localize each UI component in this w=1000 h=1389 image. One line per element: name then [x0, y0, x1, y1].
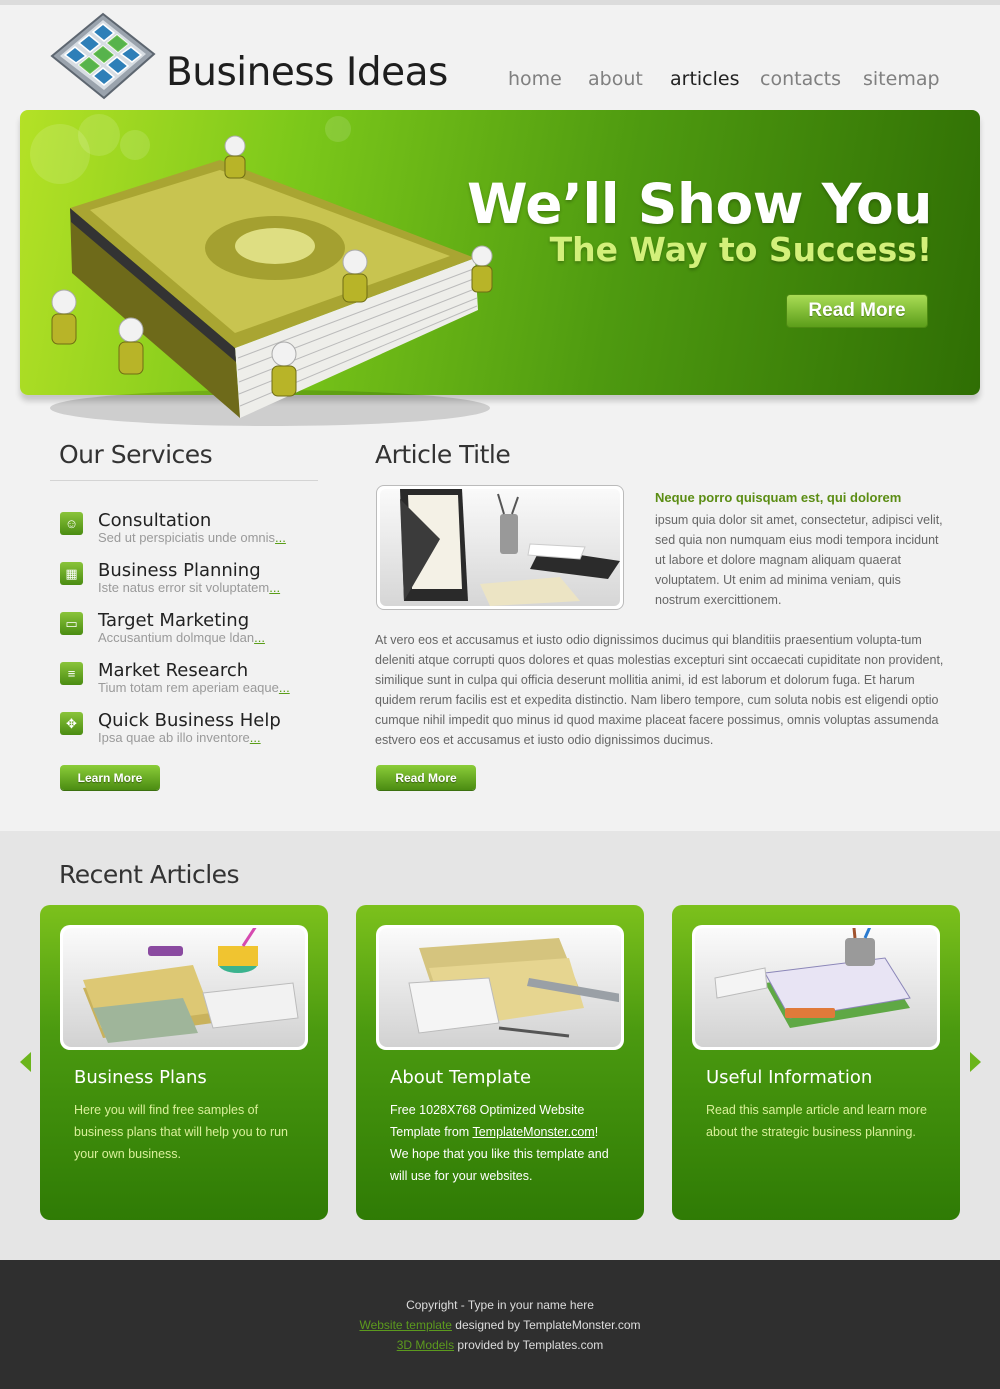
service-more-link[interactable]: ... [269, 580, 280, 595]
services-title: Our Services [59, 440, 213, 469]
footer: Copyright - Type in your name here Websi… [0, 1260, 1000, 1389]
card-image [692, 925, 940, 1050]
nav-home[interactable]: home [508, 68, 562, 90]
recent-articles-title: Recent Articles [59, 860, 240, 889]
service-item-consultation[interactable]: ☺ Consultation Sed ut perspiciatis unde … [60, 510, 320, 554]
service-title[interactable]: Market Research [98, 660, 248, 681]
banner-subheadline: The Way to Success! [549, 230, 932, 269]
card-text: Here you will find free samples of busin… [74, 1103, 289, 1161]
service-item-target-marketing[interactable]: ▭ Target Marketing Accusantium dolmque l… [60, 610, 320, 654]
carousel-next-arrow-icon[interactable] [970, 1052, 981, 1072]
service-desc: Ipsa quae ab illo inventore... [98, 730, 261, 745]
monitor-icon: ▭ [60, 612, 83, 635]
service-item-business-planning[interactable]: ▦ Business Planning Iste natus error sit… [60, 560, 320, 604]
handshake-icon: ✥ [60, 712, 83, 735]
banner-headline: We’ll Show You [467, 172, 933, 236]
carousel-prev-arrow-icon[interactable] [20, 1052, 31, 1072]
service-item-quick-business-help[interactable]: ✥ Quick Business Help Ipsa quae ab illo … [60, 710, 320, 754]
service-title[interactable]: Business Planning [98, 560, 261, 581]
folder-and-ruler-illustration [408, 938, 621, 1038]
website-template-link[interactable]: Website template [359, 1318, 452, 1332]
service-more-link[interactable]: ... [275, 530, 286, 545]
nav-sitemap[interactable]: sitemap [863, 68, 940, 90]
card-image [376, 925, 624, 1050]
service-more-link[interactable]: ... [250, 730, 261, 745]
article-read-more-button[interactable]: Read More [376, 765, 476, 790]
service-more-link[interactable]: ... [254, 630, 265, 645]
3d-models-link[interactable]: 3D Models [397, 1338, 454, 1352]
article-lead-text: ipsum quia dolor sit amet, consectetur, … [655, 513, 943, 607]
nav-contacts[interactable]: contacts [760, 68, 841, 90]
service-desc: Iste natus error sit voluptatem... [98, 580, 281, 595]
service-more-link[interactable]: ... [279, 680, 290, 695]
service-title[interactable]: Target Marketing [98, 610, 249, 631]
card-text: Read this sample article and learn more … [706, 1103, 927, 1139]
article-title: Article Title [375, 440, 511, 469]
person-icon: ☺ [60, 512, 83, 535]
business-book-illustration [50, 135, 493, 426]
card-image [60, 925, 308, 1050]
document-icon: ≡ [60, 662, 83, 685]
article-lead-heading: Neque porro quisquam est, qui dolorem [655, 490, 902, 505]
service-desc: Tium totam rem aperiam eaque... [98, 680, 290, 695]
divider [50, 480, 318, 481]
top-strip [0, 0, 1000, 5]
article-card-useful-information[interactable]: Useful Information Read this sample arti… [672, 905, 960, 1220]
service-item-market-research[interactable]: ≡ Market Research Tium totam rem aperiam… [60, 660, 320, 704]
banner-read-more-button[interactable]: Read More [786, 294, 928, 328]
binder-and-stationery-illustration [83, 928, 299, 1043]
card-title[interactable]: Useful Information [706, 1067, 872, 1088]
card-title[interactable]: Business Plans [74, 1067, 207, 1088]
service-title[interactable]: Consultation [98, 510, 211, 531]
templatemonster-link[interactable]: TemplateMonster.com [472, 1125, 594, 1139]
card-title[interactable]: About Template [390, 1067, 531, 1088]
folder-and-papers-illustration [400, 489, 620, 606]
learn-more-button[interactable]: Learn More [60, 765, 160, 790]
article-body-text: At vero eos et accusamus et iusto odio d… [375, 633, 944, 747]
nav-articles[interactable]: articles [670, 68, 740, 90]
footer-credits-template: Website template designed by TemplateMon… [359, 1318, 641, 1332]
card-text: Free 1028X768 Optimized Website Template… [390, 1103, 609, 1183]
calendar-icon: ▦ [60, 562, 83, 585]
article-card-business-plans[interactable]: Business Plans Here you will find free s… [40, 905, 328, 1220]
service-desc: Sed ut perspiciatis unde omnis... [98, 530, 286, 545]
article-image [376, 485, 624, 610]
service-title[interactable]: Quick Business Help [98, 710, 281, 731]
book-and-pencils-illustration [714, 928, 911, 1028]
footer-credits-models: 3D Models provided by Templates.com [396, 1338, 604, 1352]
article-card-about-template[interactable]: About Template Free 1028X768 Optimized W… [356, 905, 644, 1220]
service-desc: Accusantium dolmque ldan... [98, 630, 265, 645]
footer-copyright: Copyright - Type in your name here [406, 1298, 594, 1312]
nav-about[interactable]: about [588, 68, 643, 90]
main-nav: home about articles contacts sitemap [0, 68, 1000, 98]
